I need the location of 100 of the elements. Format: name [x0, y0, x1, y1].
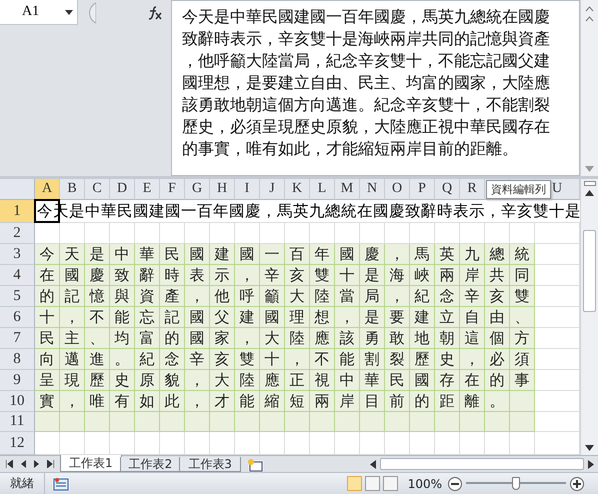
- grid-cell[interactable]: 慶: [360, 244, 385, 265]
- grid-cell[interactable]: [135, 412, 160, 432]
- column-header[interactable]: P: [410, 179, 435, 200]
- grid-cell[interactable]: 陸: [235, 370, 260, 391]
- grid-cell[interactable]: 呼: [235, 286, 260, 307]
- grid-cell[interactable]: 當: [335, 286, 360, 307]
- grid-cell[interactable]: 此: [160, 391, 185, 412]
- grid-cell[interactable]: [410, 412, 435, 432]
- dropdown-caret-icon[interactable]: [65, 10, 73, 14]
- grid-cell[interactable]: [460, 432, 485, 455]
- grid-cell[interactable]: 今: [35, 244, 60, 265]
- last-sheet-icon[interactable]: [47, 460, 54, 468]
- name-box[interactable]: A1: [0, 0, 78, 25]
- grid-cell[interactable]: [460, 223, 485, 244]
- grid-cell[interactable]: 辛: [260, 265, 285, 286]
- grid-cell[interactable]: [285, 223, 310, 244]
- grid-cell[interactable]: 示: [210, 265, 235, 286]
- column-header[interactable]: B: [60, 179, 85, 200]
- grid-cell[interactable]: ，: [460, 349, 485, 370]
- grid-cell[interactable]: [260, 432, 285, 455]
- grid-cell[interactable]: 天: [60, 244, 85, 265]
- grid-cell[interactable]: 十: [260, 349, 285, 370]
- grid-cell[interactable]: 原: [135, 370, 160, 391]
- grid-cell[interactable]: [535, 286, 580, 307]
- grid-cell[interactable]: 雙: [310, 265, 335, 286]
- column-header[interactable]: N: [360, 179, 385, 200]
- grid-cell[interactable]: ，: [185, 286, 210, 307]
- grid-cell[interactable]: 邁: [60, 349, 85, 370]
- grid-cell[interactable]: 國: [60, 265, 85, 286]
- scroll-down-arrow-icon[interactable]: [585, 445, 594, 451]
- grid-cell[interactable]: 應: [310, 328, 335, 349]
- grid-cell[interactable]: ，: [60, 307, 85, 328]
- grid-cell[interactable]: 民: [385, 370, 410, 391]
- previous-sheet-icon[interactable]: [21, 460, 26, 468]
- grid-cell[interactable]: 記: [160, 307, 185, 328]
- grid-cell[interactable]: [135, 432, 160, 455]
- grid-cell[interactable]: 地: [410, 328, 435, 349]
- grid-cell[interactable]: 建: [410, 307, 435, 328]
- grid-cell[interactable]: 立: [435, 307, 460, 328]
- grid-cell[interactable]: 紀: [410, 286, 435, 307]
- grid-cell[interactable]: ，: [60, 391, 85, 412]
- grid-cell[interactable]: 要: [385, 307, 410, 328]
- grid-cell[interactable]: 華: [360, 370, 385, 391]
- grid-cell[interactable]: 國: [185, 307, 210, 328]
- grid-cell[interactable]: 大: [260, 328, 285, 349]
- row-header[interactable]: 9: [0, 370, 35, 391]
- column-header[interactable]: D: [110, 179, 135, 200]
- grid-cell[interactable]: 是: [360, 265, 385, 286]
- grid-cell[interactable]: 能: [110, 307, 135, 328]
- column-header[interactable]: G: [185, 179, 210, 200]
- sheet-tab[interactable]: 工作表3: [179, 457, 241, 472]
- grid-cell[interactable]: 十: [335, 265, 360, 286]
- grid-cell[interactable]: 百: [285, 244, 310, 265]
- grid-cell[interactable]: [535, 370, 580, 391]
- grid-cell[interactable]: 國: [185, 328, 210, 349]
- grid-cell[interactable]: 的: [160, 328, 185, 349]
- column-header[interactable]: L: [310, 179, 335, 200]
- grid-cell[interactable]: 辛: [185, 349, 210, 370]
- split-handle-icon[interactable]: [584, 181, 596, 186]
- grid-cell[interactable]: 與: [110, 286, 135, 307]
- grid-cell[interactable]: ，: [185, 391, 210, 412]
- scroll-up-arrow-icon[interactable]: [585, 190, 594, 196]
- grid-cell[interactable]: 辛: [460, 286, 485, 307]
- grid-cell[interactable]: 馬: [410, 244, 435, 265]
- grid-cell[interactable]: 事: [510, 370, 535, 391]
- column-header[interactable]: J: [260, 179, 285, 200]
- grid-cell[interactable]: 致: [110, 265, 135, 286]
- grid-cell[interactable]: 史: [435, 349, 460, 370]
- grid-cell[interactable]: 憶: [85, 286, 110, 307]
- grid-cell[interactable]: [485, 223, 510, 244]
- grid-cell[interactable]: [535, 307, 580, 328]
- grid-cell[interactable]: 國: [260, 307, 285, 328]
- grid-cell[interactable]: [135, 223, 160, 244]
- grid-cell[interactable]: [435, 432, 460, 455]
- grid-cell[interactable]: [210, 432, 235, 455]
- grid-cell[interactable]: 同: [510, 265, 535, 286]
- function-icon[interactable]: [147, 6, 163, 20]
- grid-cell[interactable]: [35, 412, 60, 432]
- grid-cell[interactable]: [535, 432, 580, 455]
- grid-cell[interactable]: 籲: [260, 286, 285, 307]
- grid-cell[interactable]: [410, 223, 435, 244]
- grid-cell[interactable]: 中: [110, 244, 135, 265]
- grid-cell[interactable]: [360, 412, 385, 432]
- grid-cell[interactable]: 由: [485, 307, 510, 328]
- row-header[interactable]: 3: [0, 244, 35, 265]
- grid-cell[interactable]: 建: [235, 307, 260, 328]
- grid-cell[interactable]: 國: [410, 370, 435, 391]
- grid-cell[interactable]: 不: [85, 307, 110, 328]
- grid-cell[interactable]: 雙: [510, 286, 535, 307]
- grid-cell[interactable]: [310, 412, 335, 432]
- grid-cell[interactable]: [310, 223, 335, 244]
- grid-cell[interactable]: [160, 412, 185, 432]
- grid-cell[interactable]: [160, 432, 185, 455]
- grid-cell[interactable]: 能: [235, 391, 260, 412]
- grid-cell[interactable]: 亥: [210, 349, 235, 370]
- grid-cell[interactable]: 亥: [485, 286, 510, 307]
- grid-cell[interactable]: 海: [385, 265, 410, 286]
- grid-cell[interactable]: 歷: [410, 349, 435, 370]
- zoom-out-button[interactable]: [448, 476, 462, 490]
- sheet-tab[interactable]: 工作表1: [60, 455, 122, 472]
